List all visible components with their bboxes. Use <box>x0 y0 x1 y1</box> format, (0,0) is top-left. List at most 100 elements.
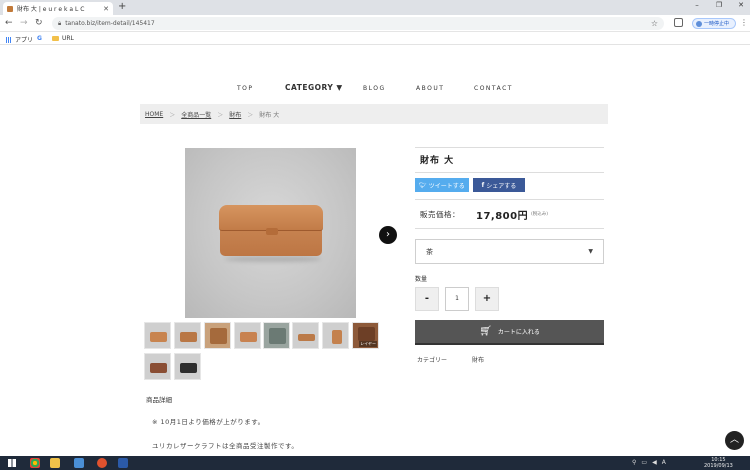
window-controls: – ❐ ✕ <box>692 1 746 9</box>
share-label: シェアする <box>486 182 517 190</box>
facebook-share-button[interactable]: f シェアする <box>473 178 525 192</box>
windows-taskbar: ⚲ ▭ ◀ A 10:15 2019/09/13 <box>0 456 750 470</box>
quantity-increase-button[interactable]: + <box>475 287 499 311</box>
photos-app-icon[interactable] <box>74 458 84 468</box>
url-bar[interactable]: 🔒︎ tanato.biz/item-detail/145417 ☆ <box>52 17 664 30</box>
google-icon: G <box>37 35 42 42</box>
chrome-taskbar-icon[interactable] <box>30 458 40 468</box>
breadcrumb-home[interactable]: HOME <box>145 111 163 118</box>
browser-tab-strip: 財布 大 | e u r e k a L C ✕ + – ❐ ✕ <box>0 0 750 15</box>
thumbnail[interactable] <box>174 322 201 349</box>
browser-tab[interactable]: 財布 大 | e u r e k a L C ✕ <box>3 2 113 15</box>
bookmark-star-icon[interactable]: ☆ <box>651 19 658 28</box>
tax-note: (税込み) <box>531 212 549 217</box>
quantity-decrease-button[interactable]: - <box>415 287 439 311</box>
quantity-input[interactable]: 1 <box>445 287 469 311</box>
color-select[interactable]: 茶 ▼ <box>415 239 604 264</box>
system-tray: ⚲ ▭ ◀ A <box>632 459 666 466</box>
bookmark-label: URL <box>62 35 74 42</box>
windows-start-icon[interactable] <box>8 459 16 467</box>
thumbnail[interactable] <box>204 322 231 349</box>
add-to-cart-label: カートに入れる <box>497 329 540 336</box>
tweet-button[interactable]: 🐦︎ ツイートする <box>415 178 469 192</box>
bookmarks-bar: アプリ G URL <box>0 32 750 45</box>
profile-pause-button[interactable]: 一時停止中 <box>692 18 736 29</box>
close-tab-icon[interactable]: ✕ <box>103 5 109 13</box>
pause-label: 一時停止中 <box>704 21 730 27</box>
price-value: 17,800円 <box>476 211 529 222</box>
details-heading: 商品詳細 <box>146 396 172 404</box>
nav-about[interactable]: ABOUT <box>416 85 444 92</box>
next-image-arrow-icon[interactable]: › <box>379 226 397 244</box>
folder-icon <box>52 36 59 41</box>
breadcrumb-current: 財布 大 <box>259 111 280 119</box>
facebook-icon: f <box>481 181 485 189</box>
breadcrumb-separator: ＞ <box>247 111 254 119</box>
media-app-icon[interactable] <box>97 458 107 468</box>
network-icon[interactable]: ▭ <box>641 459 647 466</box>
clock-date: 2019/09/13 <box>704 463 733 469</box>
word-app-icon[interactable] <box>118 458 128 468</box>
new-tab-button[interactable]: + <box>118 1 126 12</box>
bookmark-label: アプリ <box>15 37 34 44</box>
volume-icon[interactable]: ◀ <box>652 459 657 466</box>
address-toolbar: ← → ↻ 🔒︎ tanato.biz/item-detail/145417 ☆… <box>0 15 750 32</box>
thumbnail[interactable] <box>234 322 261 349</box>
price-notice: ※ 10月1日より価格が上がります。 <box>152 418 265 426</box>
thumbnail[interactable] <box>174 353 201 380</box>
price-label: 販売価格： <box>420 210 460 219</box>
bookmark-url[interactable]: URL <box>52 35 74 42</box>
minimize-button[interactable]: – <box>692 1 702 9</box>
close-window-button[interactable]: ✕ <box>736 1 746 9</box>
back-arrow-icon[interactable]: ← <box>5 18 13 28</box>
breadcrumb-all-items[interactable]: 全商品一覧 <box>181 110 211 119</box>
nav-category[interactable]: CATEGORY ▼ <box>285 83 343 92</box>
category-meta-value[interactable]: 財布 <box>472 355 484 364</box>
divider <box>415 228 604 229</box>
url-text: tanato.biz/item-detail/145417 <box>65 20 155 27</box>
divider <box>415 199 604 200</box>
product-description: ユリカレザークラフトは全商品受注製作です。 <box>152 442 299 450</box>
wallet-shadow <box>225 256 321 262</box>
thumbnail[interactable] <box>322 322 349 349</box>
color-select-value: 茶 <box>426 247 433 256</box>
wallet-photo <box>219 205 323 256</box>
nav-blog[interactable]: BLOG <box>363 85 386 92</box>
nav-contact[interactable]: CONTACT <box>474 85 513 92</box>
tweet-label: ツイートする <box>428 182 465 190</box>
taskbar-clock[interactable]: 10:15 2019/09/13 <box>704 457 733 469</box>
apps-grid-icon <box>6 36 12 43</box>
breadcrumb-category[interactable]: 財布 <box>229 110 241 119</box>
bookmark-google[interactable]: G <box>37 35 42 42</box>
quantity-label: 数量 <box>415 276 428 283</box>
thumbnail[interactable] <box>144 322 171 349</box>
site-navigation: TOP CATEGORY ▼ BLOG ABOUT CONTACT <box>0 83 750 95</box>
breadcrumb-separator: ＞ <box>169 111 176 119</box>
add-to-cart-button[interactable]: 🛒︎ カートに入れる <box>415 320 604 345</box>
reload-icon[interactable]: ↻ <box>35 18 43 28</box>
nav-top[interactable]: TOP <box>237 85 254 92</box>
breadcrumb-separator: ＞ <box>217 111 224 119</box>
thumbnail[interactable] <box>263 322 290 349</box>
product-main-image[interactable] <box>185 148 356 318</box>
file-explorer-icon[interactable] <box>50 458 60 468</box>
lock-icon: 🔒︎ <box>58 19 62 27</box>
tab-title: 財布 大 | e u r e k a L C <box>17 6 85 13</box>
scroll-to-top-icon[interactable]: ︿ <box>725 431 744 450</box>
forward-arrow-icon[interactable]: → <box>20 18 28 28</box>
category-meta-label: カテゴリー <box>417 357 448 364</box>
thumbnail[interactable] <box>292 322 319 349</box>
avatar-icon <box>696 20 702 27</box>
thumbnail[interactable] <box>144 353 171 380</box>
divider <box>415 172 604 173</box>
ime-icon[interactable]: A <box>662 459 666 466</box>
twitter-bird-icon: 🐦︎ <box>419 181 427 189</box>
people-icon[interactable]: ⚲ <box>632 459 636 466</box>
bookmark-apps[interactable]: アプリ <box>6 35 33 44</box>
thumbnail[interactable]: レイヤー <box>352 322 379 349</box>
extension-icon[interactable] <box>674 18 683 27</box>
browser-menu-icon[interactable]: ⋮ <box>740 18 748 27</box>
dropdown-caret-icon: ▼ <box>588 248 593 255</box>
maximize-button[interactable]: ❐ <box>714 1 724 9</box>
wallet-tab <box>266 228 278 235</box>
